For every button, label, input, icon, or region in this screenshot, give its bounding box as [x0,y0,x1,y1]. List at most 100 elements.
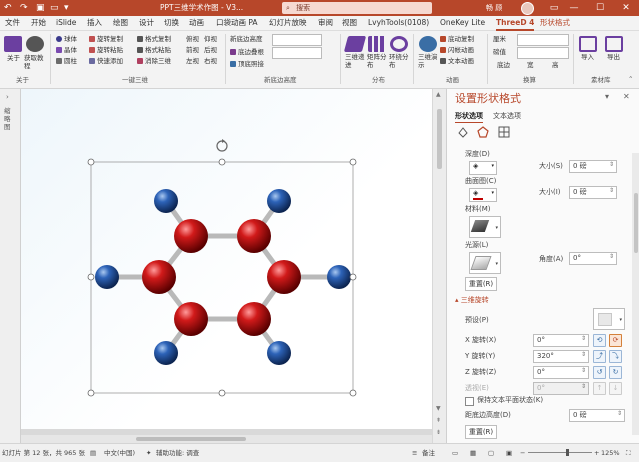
depth-color-picker[interactable]: ◈ ▾ [469,161,497,175]
tab-islide[interactable]: iSlide [56,17,76,29]
selection-frame[interactable] [87,139,357,397]
slide-sorter-icon[interactable]: ▦ [470,448,476,458]
bevel-stack-button[interactable]: 底边叠根 [230,48,264,57]
tab-view[interactable]: 视图 [342,17,357,29]
import-icon[interactable] [579,36,597,52]
avatar[interactable] [521,2,534,15]
zoom-level[interactable]: 125% [601,448,620,458]
spinner-icon[interactable]: ⇕ [581,334,586,344]
tab-draw[interactable]: 绘图 [113,17,128,29]
reading-view-icon[interactable]: ▢ [488,448,494,458]
notes-icon[interactable]: ≡ [412,448,417,458]
clear-3d-button[interactable]: 消除三维 [137,57,171,66]
scrollbar-thumb[interactable] [634,193,638,253]
fit-slide-icon[interactable]: ⛶ [626,448,631,458]
anim-copy-button[interactable]: 底动复制 [440,35,474,44]
about-button[interactable]: 关于 [7,54,20,63]
pane-close-icon[interactable]: ✕ [623,92,630,101]
user-name[interactable]: 畅 顾 [486,2,502,14]
about-icon[interactable] [4,36,22,52]
export-button[interactable]: 导出 [607,53,621,61]
distance-input[interactable]: 0 磅 ⇕ [569,409,625,422]
resize-handle[interactable] [87,273,95,281]
ring-distribute-icon[interactable] [390,36,408,52]
cm-input[interactable] [517,34,569,46]
demo-3d-icon[interactable] [419,36,437,52]
preset-picker[interactable]: ▾ [593,308,625,330]
molecule-figure[interactable] [21,89,432,429]
minimize-button[interactable]: — [564,0,584,16]
tab-review[interactable]: 审阅 [318,17,333,29]
maximize-button[interactable]: ☐ [590,0,610,16]
depth-size-input[interactable]: 0 磅 ⇕ [569,160,617,173]
format-paste-button[interactable]: 格式粘贴 [137,46,171,55]
left-view-button[interactable]: 左视 [186,57,199,66]
demo-3d-button[interactable]: 三维演示 [418,53,438,69]
save-icon[interactable]: ▣ [36,2,45,14]
thumbnail-pane-collapsed[interactable]: › 缩略图 [0,89,21,443]
matrix-distribute-button[interactable]: 矩阵分布 [367,53,387,69]
scrollbar-thumb[interactable] [136,437,246,441]
tab-home[interactable]: 开始 [31,17,46,29]
bevel-stack-input[interactable] [272,47,322,59]
contour-size-input[interactable]: 0 磅 ⇕ [569,186,617,199]
spinner-icon[interactable]: ⇕ [581,366,586,376]
rotate-handle-icon[interactable] [216,139,228,152]
zoom-out-icon[interactable]: − [520,448,525,458]
close-button[interactable]: ✕ [616,0,636,16]
progressive-3d-button[interactable]: 三维递进 [345,53,365,69]
y-rotation-input[interactable]: 320° ⇕ [533,350,589,363]
tab-onekey-lite[interactable]: OneKey Lite [440,17,485,29]
rotate-left-icon[interactable]: ⟲ [593,334,606,347]
rotation-header[interactable]: ▴ 三维旋转 [455,296,489,305]
expand-thumbnails-icon[interactable]: › [6,93,9,101]
pane-scrollbar[interactable] [632,153,639,435]
rotate-ccw-icon[interactable]: ↺ [593,366,606,379]
fill-line-icon[interactable] [457,126,469,138]
reset-button[interactable]: 重置(R) [465,277,497,291]
pane-options-icon[interactable]: ▾ [605,92,609,101]
format-copy-button[interactable]: 格式复制 [137,35,171,44]
prev-slide-icon[interactable]: ⇞ [436,417,441,424]
keep-text-flat-checkbox[interactable] [465,397,474,406]
tab-animations[interactable]: 动画 [189,17,204,29]
right-view-button[interactable]: 右视 [204,57,217,66]
tab-design[interactable]: 设计 [139,17,154,29]
tab-shape-format[interactable]: 形状格式 [540,17,570,29]
material-picker[interactable]: ▾ [469,216,501,238]
spinner-icon[interactable]: ⇕ [609,160,614,170]
vertical-scrollbar[interactable]: ▲ ▼ ⇞ ⇟ [432,89,447,443]
tab-transitions[interactable]: 切换 [164,17,179,29]
resize-handle[interactable] [349,389,357,397]
spellcheck-icon[interactable]: ▤ [90,448,96,458]
rotate-right-icon[interactable]: ⟳ [609,334,622,347]
sphere-button[interactable]: 球体 [56,35,77,44]
zoom-slider-thumb[interactable] [566,449,569,456]
undo-icon[interactable]: ↶ [4,2,12,14]
effects-icon[interactable] [477,126,489,138]
convert-bottom-button[interactable]: 底边 [497,61,510,70]
ring-distribute-button[interactable]: 环绕分布 [389,53,409,69]
scrollbar-thumb[interactable] [437,109,442,169]
zoom-in-icon[interactable]: + [594,448,599,458]
convert-width-button[interactable]: 宽 [527,61,534,70]
tab-text-options[interactable]: 文本选项 [493,112,521,121]
search-box[interactable]: ⌕ 搜索 [282,2,432,14]
progressive-3d-icon[interactable] [343,36,367,52]
rotate-up-icon[interactable]: ⤴ [593,350,606,363]
contour-color-picker[interactable]: ◈ ▾ [469,188,497,202]
resize-handle[interactable] [87,158,95,166]
scroll-down-icon[interactable]: ▼ [436,405,441,412]
spinner-icon[interactable]: ⇕ [581,350,586,360]
pt-input[interactable] [517,47,569,59]
accessibility-icon[interactable]: ✦ [146,448,151,458]
zoom-slider[interactable] [528,449,592,456]
tutorial-icon[interactable] [26,36,44,52]
tab-pocket-animation[interactable]: 口袋动画 PA [216,17,258,29]
slideshow-icon[interactable]: ▭ [50,2,59,14]
ribbon-display-icon[interactable]: ▭ [544,0,564,16]
redo-icon[interactable]: ↷ [20,2,28,14]
tab-shape-options[interactable]: 形状选项 [455,112,483,123]
horizontal-scrollbar[interactable] [21,435,432,443]
collapse-ribbon-icon[interactable]: ⌃ [628,75,633,84]
